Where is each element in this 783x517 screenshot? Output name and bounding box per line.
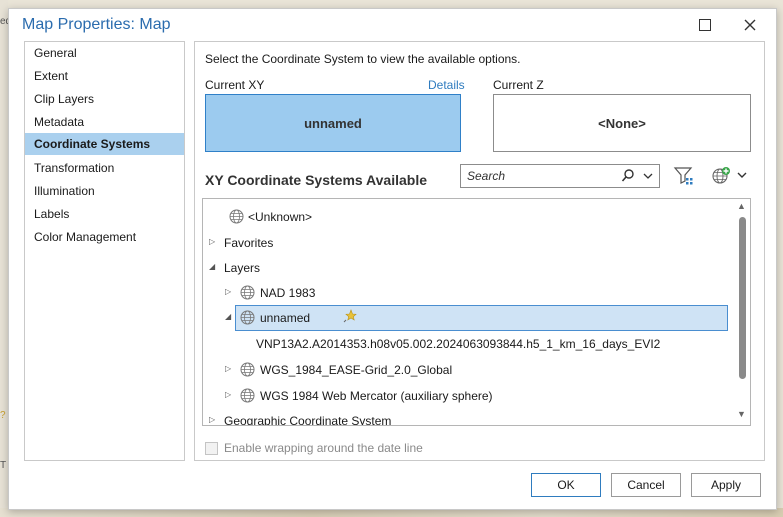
tree-item-favorites[interactable]: ▷ Favorites: [203, 231, 733, 255]
search-input[interactable]: [465, 168, 619, 184]
coordinate-systems-tree: <Unknown> ▷ Favorites ◢ Layers ▷ NAD 198…: [202, 198, 751, 426]
wrap-dateline-checkbox[interactable]: [205, 442, 218, 455]
nav-item-labels[interactable]: Labels: [25, 203, 184, 225]
tree-scrollbar[interactable]: ▲ ▼: [735, 199, 749, 425]
maximize-button[interactable]: [691, 13, 719, 37]
nav-item-general[interactable]: General: [25, 42, 184, 64]
search-box: [460, 164, 660, 188]
close-icon: [744, 19, 756, 31]
tree-item-label: Favorites: [224, 236, 274, 250]
filter-icon[interactable]: [672, 164, 696, 188]
chevron-down-icon[interactable]: [641, 168, 655, 184]
map-background-fragment: T: [0, 460, 7, 471]
coordinate-systems-panel: Select the Coordinate System to view the…: [194, 41, 765, 461]
ok-button[interactable]: OK: [531, 473, 601, 497]
globe-add-icon: [712, 167, 730, 184]
current-z-label: Current Z: [493, 78, 544, 92]
tree-item-nad-1983[interactable]: ▷ NAD 1983: [203, 281, 733, 305]
nav-item-extent[interactable]: Extent: [25, 65, 184, 87]
nav-item-transformation[interactable]: Transformation: [25, 157, 184, 179]
tree-item-label: NAD 1983: [260, 286, 316, 300]
current-xy-label: Current XY: [205, 78, 265, 92]
expand-arrow-icon[interactable]: ▷: [225, 287, 235, 297]
apply-button[interactable]: Apply: [691, 473, 761, 497]
nav-item-metadata[interactable]: Metadata: [25, 111, 184, 133]
tree-item-unknown[interactable]: <Unknown>: [203, 205, 733, 229]
close-button[interactable]: [736, 13, 764, 37]
favorite-star-icon[interactable]: [343, 309, 357, 323]
tree-item-unnamed[interactable]: ◢ unnamed: [203, 305, 733, 331]
chevron-down-icon: [737, 172, 747, 178]
tree-item-label: Layers: [224, 261, 261, 275]
tree-item-label: unnamed: [260, 311, 311, 325]
current-xy-box[interactable]: unnamed: [205, 94, 461, 152]
tree-item-geographic[interactable]: ▷ Geographic Coordinate System: [203, 409, 733, 426]
tree-item-layers[interactable]: ◢ Layers: [203, 256, 733, 280]
nav-item-coordinate-systems[interactable]: Coordinate Systems: [25, 133, 184, 155]
globe-icon: [229, 209, 244, 224]
nav-item-clip-layers[interactable]: Clip Layers: [25, 88, 184, 110]
title-bar: Map Properties: Map: [9, 9, 776, 41]
globe-icon: [240, 310, 255, 325]
tree-item-label: <Unknown>: [248, 210, 313, 224]
scroll-up-icon[interactable]: ▲: [737, 201, 746, 211]
map-background-fragment: ?: [0, 410, 6, 421]
expand-arrow-icon[interactable]: ▷: [209, 237, 219, 247]
current-z-value: <None>: [598, 115, 646, 131]
tree-item-label: Geographic Coordinate System: [224, 414, 392, 426]
tree-item-wgs-ease-grid[interactable]: ▷ WGS_1984_EASE-Grid_2.0_Global: [203, 358, 733, 382]
current-z-box[interactable]: <None>: [493, 94, 751, 152]
nav-item-illumination[interactable]: Illumination: [25, 180, 184, 202]
globe-icon: [240, 388, 255, 403]
maximize-icon: [699, 19, 711, 31]
available-systems-heading: XY Coordinate Systems Available: [205, 172, 428, 188]
details-link[interactable]: Details: [428, 78, 465, 92]
globe-icon: [240, 285, 255, 300]
tree-item-vnp-layer[interactable]: VNP13A2.A2014353.h08v05.002.202406309384…: [203, 332, 733, 356]
collapse-arrow-icon[interactable]: ◢: [209, 262, 219, 272]
properties-nav: General Extent Clip Layers Metadata Coor…: [24, 41, 185, 461]
tree-item-label: VNP13A2.A2014353.h08v05.002.202406309384…: [256, 337, 661, 351]
expand-arrow-icon[interactable]: ▷: [209, 415, 219, 425]
wrap-dateline-label: Enable wrapping around the date line: [224, 441, 423, 455]
map-background-left: [0, 0, 8, 517]
tree-item-label: WGS 1984 Web Mercator (auxiliary sphere): [260, 389, 493, 403]
nav-item-color-management[interactable]: Color Management: [25, 226, 184, 248]
scrollbar-thumb[interactable]: [739, 217, 746, 379]
expand-arrow-icon[interactable]: ▷: [225, 390, 235, 400]
scroll-down-icon[interactable]: ▼: [737, 409, 746, 419]
tree-item-wgs-web-mercator[interactable]: ▷ WGS 1984 Web Mercator (auxiliary spher…: [203, 384, 733, 408]
collapse-arrow-icon[interactable]: ◢: [225, 312, 235, 322]
map-properties-dialog: Map Properties: Map General Extent Clip …: [8, 8, 777, 510]
current-xy-value: unnamed: [304, 115, 362, 131]
globe-icon: [240, 362, 255, 377]
add-coordinate-system-button[interactable]: [711, 164, 751, 188]
dialog-title: Map Properties: Map: [22, 16, 171, 33]
search-icon[interactable]: [621, 168, 635, 184]
tree-item-label: WGS_1984_EASE-Grid_2.0_Global: [260, 363, 453, 377]
expand-arrow-icon[interactable]: ▷: [225, 364, 235, 374]
cancel-button[interactable]: Cancel: [611, 473, 681, 497]
instruction-text: Select the Coordinate System to view the…: [205, 52, 521, 66]
